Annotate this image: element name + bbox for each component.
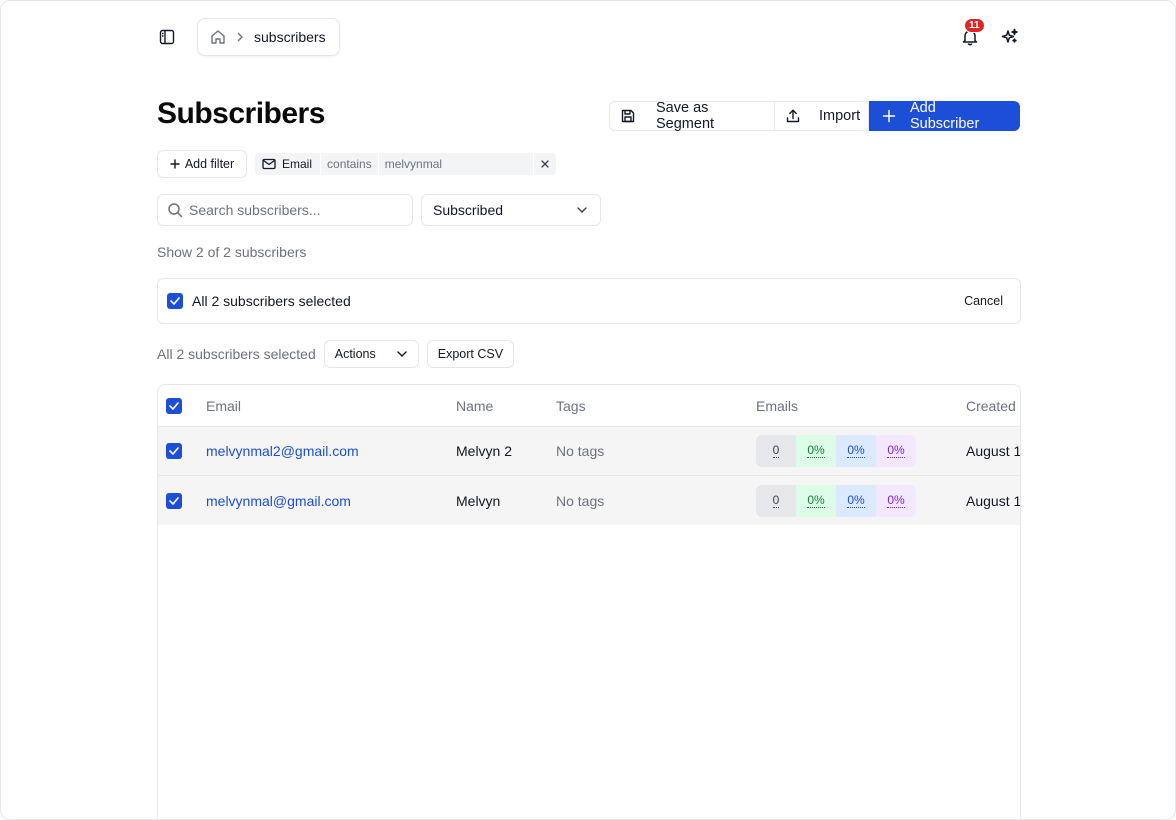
stat-delivered[interactable]: 0% <box>796 435 836 467</box>
chevron-down-icon <box>576 204 588 216</box>
stat-opened[interactable]: 0% <box>836 435 876 467</box>
status-select-value: Subscribed <box>433 202 504 218</box>
stat-delivered[interactable]: 0% <box>796 484 836 517</box>
filter-row: Add filter Email contains melvynmal <box>157 150 556 178</box>
export-csv-button[interactable]: Export CSV <box>426 340 515 368</box>
add-subscriber-button[interactable]: Add Subscriber <box>869 100 1020 132</box>
check-icon <box>169 496 179 505</box>
filter-operator[interactable]: contains <box>320 153 378 175</box>
column-header-email[interactable]: Email <box>206 385 241 426</box>
table-header: Email Name Tags Emails Created <box>158 385 1020 427</box>
select-all-checkbox[interactable] <box>167 293 183 309</box>
stat-clicked[interactable]: 0% <box>876 435 916 467</box>
check-icon <box>169 447 179 455</box>
check-icon <box>169 401 179 410</box>
plus-icon <box>170 159 180 169</box>
breadcrumb-current: subscribers <box>254 29 326 45</box>
stat-opened[interactable]: 0% <box>836 484 876 517</box>
check-icon <box>170 297 180 305</box>
subscriber-created: August 1 <box>966 492 1021 509</box>
subscriber-tags: No tags <box>556 492 605 509</box>
search-box <box>157 194 413 226</box>
export-csv-label: Export CSV <box>437 347 504 361</box>
close-icon <box>541 160 549 168</box>
filter-chip-field[interactable]: Email <box>255 153 320 175</box>
subscriber-tags: No tags <box>556 443 605 459</box>
actions-dropdown[interactable]: Actions <box>323 340 419 368</box>
email-stats: 0 0% 0% 0% <box>756 484 916 517</box>
add-subscriber-label: Add Subscriber <box>910 100 980 132</box>
column-header-created[interactable]: Created <box>966 385 1016 426</box>
filter-chip: Email contains melvynmal <box>255 153 556 175</box>
mail-icon <box>262 158 276 170</box>
topbar: subscribers 11 <box>157 18 1021 56</box>
row-checkbox[interactable] <box>166 492 182 509</box>
cancel-selection-button[interactable]: Cancel <box>964 294 1003 308</box>
status-select[interactable]: Subscribed <box>421 194 601 226</box>
selection-label: All 2 subscribers selected <box>192 293 351 309</box>
sparkle-icon[interactable] <box>999 26 1021 48</box>
column-header-emails[interactable]: Emails <box>756 385 798 426</box>
notification-badge: 11 <box>964 18 985 33</box>
topbar-actions: 11 <box>959 18 1021 56</box>
search-icon <box>167 202 183 218</box>
subscriber-count: Show 2 of 2 subscribers <box>157 244 307 260</box>
filter-value[interactable]: melvynmal <box>377 153 534 175</box>
subscriber-created: August 1 <box>966 443 1021 459</box>
subscriber-name: Melvyn <box>456 492 501 509</box>
subscriber-email-link[interactable]: melvynmal@gmail.com <box>206 476 351 525</box>
search-input[interactable] <box>189 202 399 218</box>
import-button[interactable]: Import <box>775 101 869 131</box>
subscribers-table: Email Name Tags Emails Created melvynmal… <box>157 384 1021 819</box>
app-window: subscribers 11 Subscribers Save as Segme… <box>0 0 1176 820</box>
stat-sent[interactable]: 0 <box>756 484 796 517</box>
bulk-selection-text: All 2 subscribers selected <box>157 346 316 362</box>
chevron-right-icon <box>234 31 246 43</box>
remove-filter-button[interactable] <box>534 153 556 175</box>
home-icon[interactable] <box>210 29 226 45</box>
table-row[interactable]: melvynmal2@gmail.com Melvyn 2 No tags 0 … <box>158 427 1021 476</box>
header-checkbox[interactable] <box>166 397 182 414</box>
chevron-down-icon <box>396 348 408 360</box>
upload-icon <box>785 108 801 124</box>
email-stats: 0 0% 0% 0% <box>756 435 916 467</box>
add-filter-button[interactable]: Add filter <box>157 150 247 178</box>
breadcrumb: subscribers <box>197 18 340 56</box>
actions-label: Actions <box>334 347 376 361</box>
save-icon <box>620 108 636 124</box>
stat-sent[interactable]: 0 <box>756 435 796 467</box>
stat-clicked[interactable]: 0% <box>876 484 916 517</box>
sidebar-toggle-icon[interactable] <box>157 26 177 48</box>
header-actions: Save as Segment Import Add Subscriber <box>609 100 1020 132</box>
column-header-name[interactable]: Name <box>456 385 493 426</box>
notifications-button[interactable]: 11 <box>959 18 985 48</box>
page-title: Subscribers <box>157 97 325 130</box>
selection-bar: All 2 subscribers selected Cancel <box>157 278 1021 324</box>
column-header-tags[interactable]: Tags <box>556 385 586 426</box>
filter-field-label: Email <box>282 157 313 171</box>
save-segment-label: Save as Segment <box>656 100 715 132</box>
table-row[interactable]: melvynmal@gmail.com Melvyn No tags 0 0% … <box>158 476 1021 525</box>
bulk-actions-row: All 2 subscribers selected Actions Expor… <box>157 340 515 368</box>
plus-icon <box>882 109 896 123</box>
add-filter-label: Add filter <box>184 157 235 171</box>
subscriber-email-link[interactable]: melvynmal2@gmail.com <box>206 427 359 475</box>
save-segment-button[interactable]: Save as Segment <box>609 100 775 132</box>
subscriber-name: Melvyn 2 <box>456 443 513 459</box>
row-checkbox[interactable] <box>166 443 182 459</box>
import-label: Import <box>819 108 861 124</box>
